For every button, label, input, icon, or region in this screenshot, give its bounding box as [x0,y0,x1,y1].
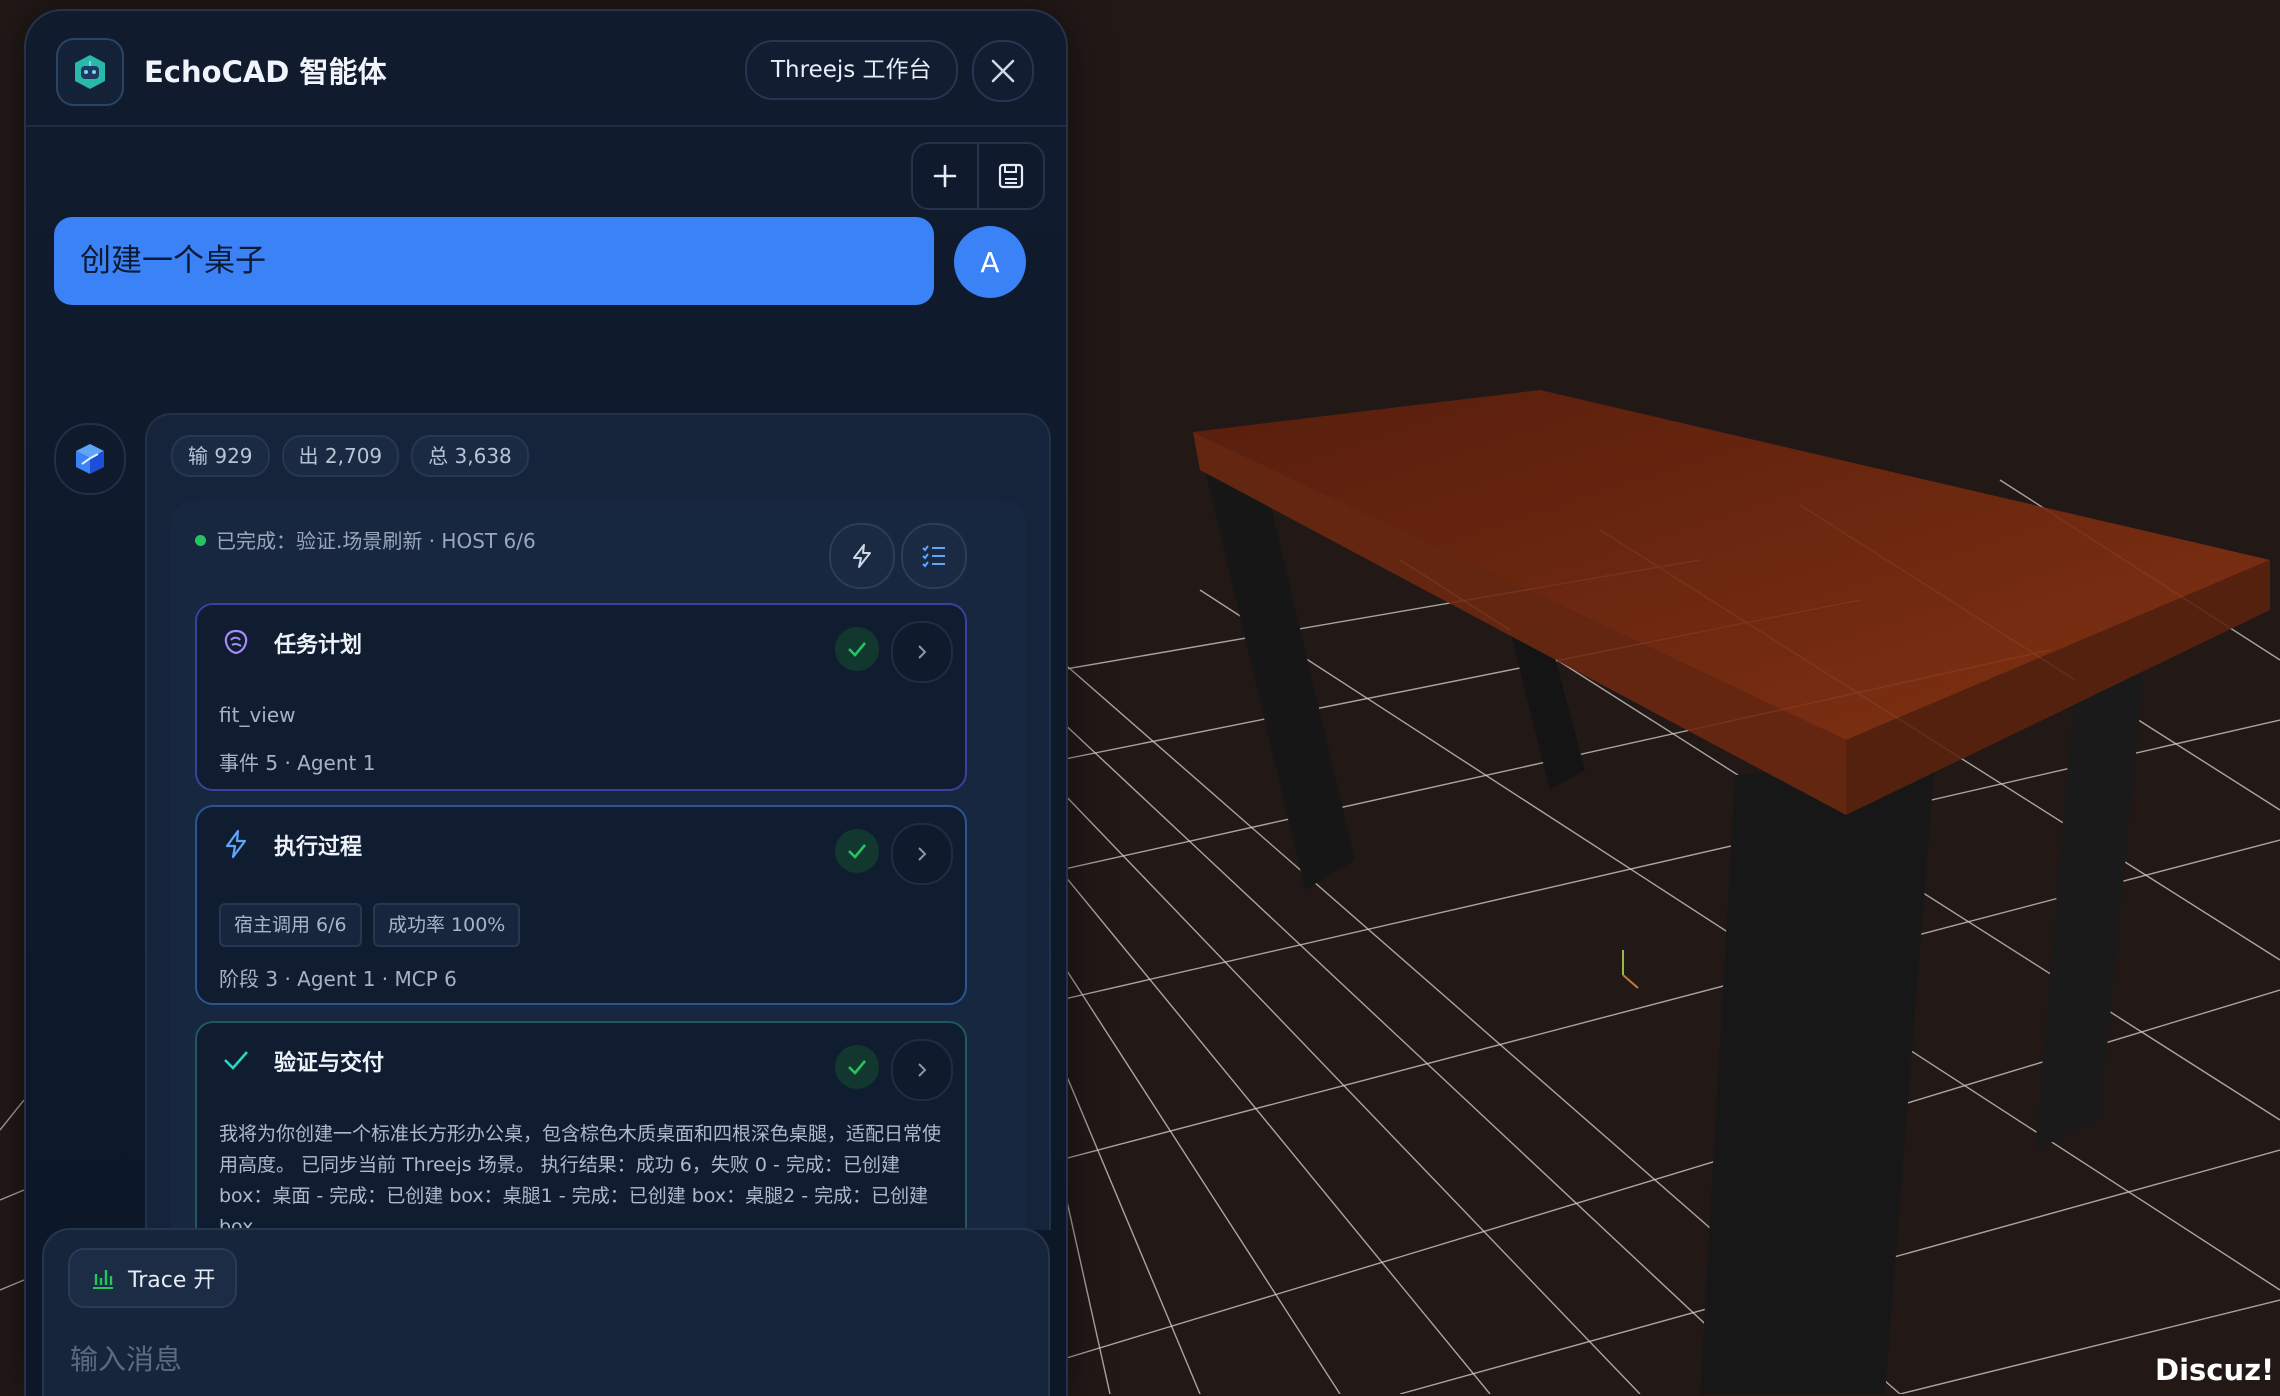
user-avatar: A [954,226,1026,298]
expand-button[interactable] [891,1039,953,1101]
save-button[interactable] [977,144,1043,208]
expand-button[interactable] [891,823,953,885]
step-verify-deliver[interactable]: 验证与交付 我将为你创建一个标准长方形办公桌，包含棕色木质桌面和四根深色桌腿，适… [195,1021,967,1230]
quick-run-button[interactable] [829,523,895,589]
expand-button[interactable] [891,621,953,683]
verify-summary-text: 我将为你创建一个标准长方形办公桌，包含棕色木质桌面和四根深色桌腿，适配日常使用高… [219,1123,942,1230]
chevron-right-icon [918,847,927,861]
task-list-button[interactable] [901,523,967,589]
exec-meta: 阶段 3 · Agent 1 · MCP 6 [219,967,457,991]
agent-reply-card: 输 929 出 2,709 总 3,638 已完成：验证.场景刷新 · HOST… [145,413,1051,1230]
plan-meta: 事件 5 · Agent 1 [219,751,376,775]
axis-gizmo [1622,950,1639,989]
bar-chart-icon [93,1270,113,1289]
watermark: Discuz! [2155,1353,2275,1387]
step-title: 任务计划 [274,633,363,658]
save-icon [998,163,1024,189]
check-icon [835,829,879,873]
close-icon [991,59,1015,83]
token-usage: 输 929 出 2,709 总 3,638 [171,435,529,477]
trace-label: Trace 开 [128,1268,216,1293]
check-icon [219,1043,253,1077]
chevron-right-icon [918,645,927,659]
user-message-bubble: 创建一个桌子 [54,217,934,305]
app-title: EchoCAD 智能体 [144,55,387,89]
host-calls-chip: 宿主调用 6/6 [219,903,362,947]
run-status: 已完成：验证.场景刷新 · HOST 6/6 [216,529,536,553]
brain-icon [219,625,253,659]
table-leg-front-right [1700,760,1935,1394]
step-task-plan[interactable]: 任务计划 fit_view 事件 5 · Agent 1 [195,603,967,791]
plan-detail: fit_view [219,703,296,727]
check-icon [835,627,879,671]
message-input[interactable] [68,1330,1012,1388]
step-execution[interactable]: 执行过程 宿主调用 6/6 成功率 100% 阶段 3 · Agent 1 · … [195,805,967,1005]
table-model[interactable] [1193,390,2270,1394]
token-input-badge: 输 929 [171,435,270,477]
panel-header: EchoCAD 智能体 Threejs 工作台 [26,11,1066,127]
robot-logo-icon [56,38,124,106]
threejs-workbench-button[interactable]: Threejs 工作台 [745,40,958,100]
step-title: 验证与交付 [274,1051,385,1076]
plus-icon [933,164,957,188]
lightning-icon [219,827,253,861]
check-icon [835,1045,879,1089]
success-rate-chip: 成功率 100% [373,903,521,947]
token-output-badge: 出 2,709 [281,435,400,477]
new-chat-button[interactable] [913,144,977,208]
composer: Trace 开 [42,1228,1050,1396]
lightning-icon [853,544,871,568]
agent-panel: EchoCAD 智能体 Threejs 工作台 创建一个桌子 A 输 929 出… [24,9,1068,1396]
token-total-badge: 总 3,638 [411,435,529,477]
status-dot [195,535,206,546]
checklist-icon [922,545,945,568]
close-button[interactable] [972,40,1034,102]
conversation-tools [911,142,1045,210]
run-summary: 已完成：验证.场景刷新 · HOST 6/6 任务计划 fit_view 事件 … [171,501,1026,1230]
agent-cube-icon [54,423,126,495]
chevron-right-icon [918,1063,927,1077]
trace-toggle[interactable]: Trace 开 [68,1248,238,1308]
step-title: 执行过程 [274,835,363,860]
